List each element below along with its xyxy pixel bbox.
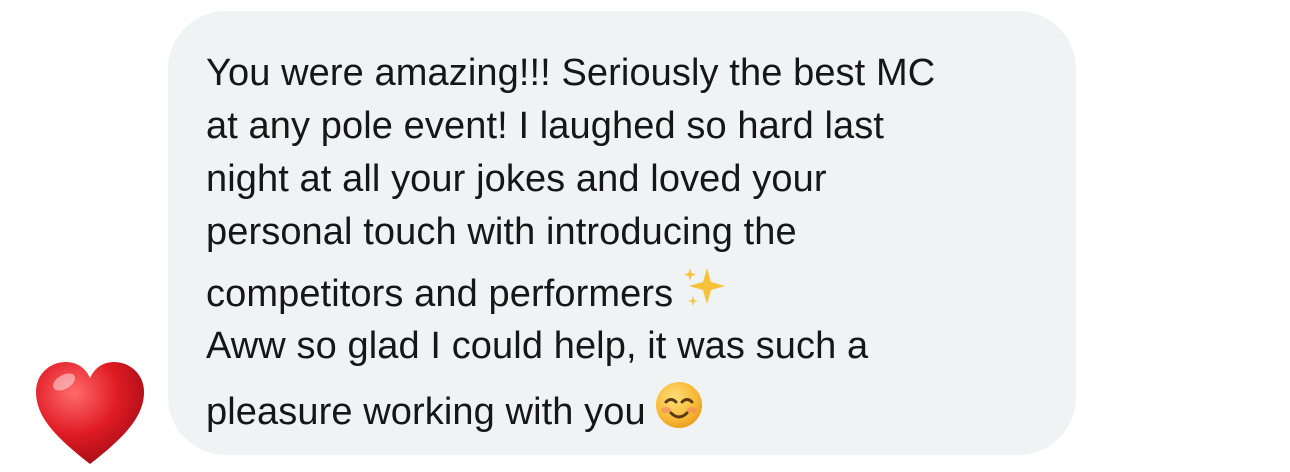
smiling-face-icon (654, 380, 704, 437)
message-line-3: night at all your jokes and loved your (206, 158, 827, 200)
message-line-1: You were amazing!!! Seriously the best M… (206, 52, 936, 94)
sparkles-icon (681, 266, 731, 319)
message-thread: You were amazing!!! Seriously the best M… (0, 0, 1290, 472)
reply-line-2: pleasure working with you (206, 391, 646, 433)
message-line-5-row: competitors and performers (206, 266, 731, 319)
reply-line-2-row: pleasure working with you (206, 380, 704, 437)
message-line-4: personal touch with introducing the (206, 211, 797, 253)
message-line-2: at any pole event! I laughed so hard las… (206, 105, 885, 147)
message-line-5: competitors and performers (206, 273, 674, 315)
red-heart-icon[interactable] (34, 360, 146, 468)
reply-line-1: Aww so glad I could help, it was such a (206, 325, 869, 367)
